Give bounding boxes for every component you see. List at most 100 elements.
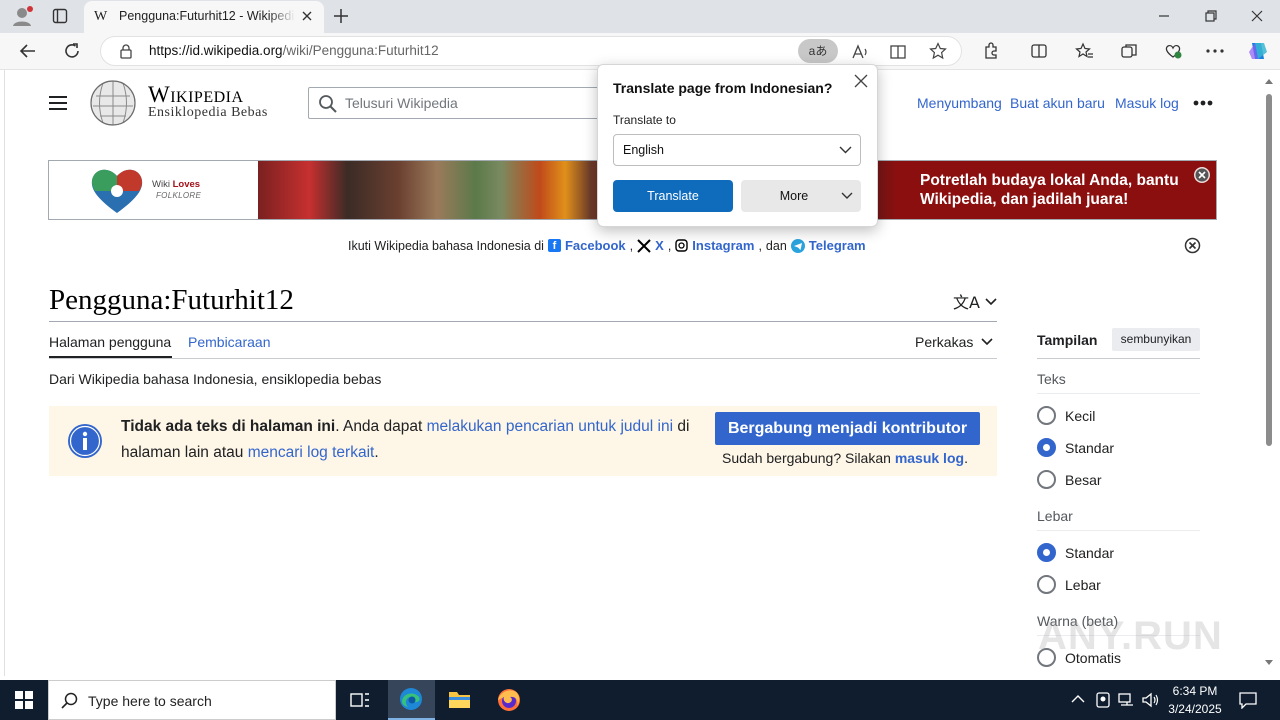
edge-taskbar-item[interactable] bbox=[388, 680, 435, 720]
text-size-option-large[interactable]: Besar bbox=[1037, 470, 1102, 489]
radio-small[interactable] bbox=[1037, 406, 1056, 425]
extensions-icon[interactable] bbox=[982, 42, 1000, 60]
tools-dropdown[interactable]: Perkakas bbox=[915, 334, 993, 350]
network-icon[interactable] bbox=[1118, 692, 1136, 708]
wiki-search-input[interactable]: Telusuri Wikipedia bbox=[308, 87, 603, 119]
tools-label: Perkakas bbox=[915, 334, 974, 350]
wikipedia-tagline: Ensiklopedia Bebas bbox=[148, 105, 268, 120]
favorite-star-icon[interactable] bbox=[929, 42, 947, 60]
language-chevron-icon bbox=[839, 146, 852, 154]
wikipedia-globe-logo[interactable] bbox=[88, 80, 138, 126]
social-link-facebook[interactable]: Facebook bbox=[565, 238, 626, 253]
text-size-divider bbox=[1037, 393, 1200, 394]
scrollbar-thumb[interactable] bbox=[1266, 94, 1272, 446]
x-logo-icon bbox=[637, 238, 651, 253]
file-explorer-icon[interactable] bbox=[448, 689, 471, 710]
immersive-reader-icon[interactable] bbox=[889, 43, 907, 61]
split-screen-icon[interactable] bbox=[1030, 42, 1048, 60]
show-hidden-icons-icon[interactable] bbox=[1071, 694, 1085, 704]
radio-standard-selected[interactable] bbox=[1037, 438, 1056, 457]
clock-time[interactable]: 6:34 PM bbox=[1162, 684, 1228, 698]
social-link-telegram[interactable]: Telegram bbox=[809, 238, 866, 253]
favorites-icon[interactable] bbox=[1075, 42, 1093, 60]
radio-label-standard: Standar bbox=[1065, 439, 1115, 456]
translate-popup-title: Translate page from Indonesian? bbox=[613, 80, 833, 96]
meet-now-icon[interactable] bbox=[1095, 691, 1111, 709]
tabs-divider bbox=[49, 358, 997, 359]
copilot-icon[interactable] bbox=[1246, 40, 1270, 62]
translate-popup: Translate page from Indonesian? Translat… bbox=[597, 64, 878, 227]
social-and: dan bbox=[765, 238, 787, 253]
vertical-scrollbar[interactable] bbox=[1262, 74, 1276, 674]
lock-icon[interactable] bbox=[119, 43, 133, 59]
tab-user-page[interactable]: Halaman pengguna bbox=[49, 334, 171, 350]
firefox-icon[interactable] bbox=[497, 688, 521, 712]
site-tagline: Dari Wikipedia bahasa Indonesia, ensiklo… bbox=[49, 371, 382, 387]
close-window-icon[interactable] bbox=[1249, 8, 1265, 24]
restore-icon[interactable] bbox=[1203, 8, 1219, 24]
language-select[interactable]: English bbox=[613, 134, 861, 166]
social-close-icon[interactable] bbox=[1184, 237, 1201, 254]
notice-text-3: . bbox=[374, 444, 379, 461]
search-log-link[interactable]: mencari log terkait bbox=[248, 444, 375, 461]
more-label: More bbox=[779, 189, 809, 203]
appearance-hide-button[interactable]: sembunyikan bbox=[1112, 328, 1200, 351]
radio-width-wide[interactable] bbox=[1037, 575, 1056, 594]
notice-bold: Tidak ada teks di halaman ini bbox=[121, 418, 336, 435]
social-link-x[interactable]: X bbox=[655, 238, 664, 253]
tab-talk[interactable]: Pembicaraan bbox=[188, 334, 271, 350]
chevron-down-icon bbox=[981, 338, 993, 346]
width-option-wide[interactable]: Lebar bbox=[1037, 575, 1101, 594]
text-size-option-standard[interactable]: Standar bbox=[1037, 438, 1114, 457]
collections-icon[interactable] bbox=[1120, 42, 1138, 60]
radio-large[interactable] bbox=[1037, 470, 1056, 489]
nav-link-create-account[interactable]: Buat akun baru bbox=[1010, 95, 1105, 111]
notice-text: Tidak ada teks di halaman ini. Anda dapa… bbox=[121, 414, 706, 466]
new-tab-icon[interactable] bbox=[332, 7, 350, 25]
search-title-link[interactable]: melakukan pencarian untuk judul ini bbox=[427, 418, 673, 435]
banner-message: Potretlah budaya lokal Anda, bantu Wikip… bbox=[920, 172, 1179, 208]
back-icon[interactable] bbox=[18, 42, 38, 60]
clock-date[interactable]: 3/24/2025 bbox=[1162, 702, 1228, 716]
notifications-icon[interactable] bbox=[1239, 691, 1257, 709]
translate-popup-close-icon[interactable] bbox=[854, 74, 868, 88]
login-link[interactable]: masuk log bbox=[895, 450, 964, 466]
svg-text:文A: 文A bbox=[953, 293, 980, 312]
scroll-up-icon[interactable] bbox=[1265, 78, 1273, 84]
refresh-icon[interactable] bbox=[62, 41, 82, 61]
nav-link-menyumbang[interactable]: Menyumbang bbox=[917, 95, 1002, 111]
task-view-icon[interactable] bbox=[350, 691, 370, 709]
minimize-icon[interactable] bbox=[1156, 8, 1172, 24]
volume-icon[interactable] bbox=[1142, 692, 1160, 708]
more-options-icon[interactable] bbox=[1206, 49, 1224, 53]
browser-essentials-icon[interactable] bbox=[1163, 42, 1183, 60]
browser-tab-active[interactable]: W Pengguna:Futurhit12 - Wikipedia bbox=[84, 1, 324, 34]
taskbar-search-box[interactable]: Type here to search bbox=[48, 680, 336, 720]
close-tab-icon[interactable] bbox=[300, 9, 314, 23]
appearance-title: Tampilan bbox=[1037, 332, 1098, 348]
join-contributor-button[interactable]: Bergabung menjadi kontributor bbox=[715, 412, 980, 445]
social-follow-line: Ikuti Wikipedia bahasa Indonesia di f Fa… bbox=[348, 238, 866, 253]
user-menu-icon[interactable] bbox=[1193, 100, 1213, 106]
width-option-standard[interactable]: Standar bbox=[1037, 543, 1114, 562]
wikipedia-favicon-icon: W bbox=[94, 9, 108, 24]
scroll-down-icon[interactable] bbox=[1265, 660, 1273, 666]
profile-icon[interactable] bbox=[11, 5, 33, 27]
radio-width-standard-selected[interactable] bbox=[1037, 543, 1056, 562]
address-bar[interactable]: https://id.wikipedia.org/wiki/Pengguna:F… bbox=[100, 36, 962, 66]
tab-actions-icon[interactable] bbox=[52, 8, 68, 24]
main-menu-icon[interactable] bbox=[48, 95, 68, 111]
language-icon[interactable]: 文A bbox=[953, 292, 997, 312]
width-divider bbox=[1037, 530, 1200, 531]
text-size-option-small[interactable]: Kecil bbox=[1037, 406, 1095, 425]
translate-badge[interactable]: aあ bbox=[798, 39, 838, 63]
windows-start-icon[interactable] bbox=[15, 691, 33, 709]
social-link-instagram[interactable]: Instagram bbox=[692, 238, 754, 253]
translate-more-button[interactable]: More bbox=[741, 180, 861, 212]
banner-close-icon[interactable] bbox=[1193, 166, 1211, 184]
join-sub-prefix: Sudah bergabung? Silakan bbox=[722, 450, 891, 466]
read-aloud-icon[interactable] bbox=[851, 43, 869, 61]
translate-button[interactable]: Translate bbox=[613, 180, 733, 212]
nav-link-login[interactable]: Masuk log bbox=[1115, 95, 1179, 111]
radio-label-small: Kecil bbox=[1065, 407, 1096, 424]
